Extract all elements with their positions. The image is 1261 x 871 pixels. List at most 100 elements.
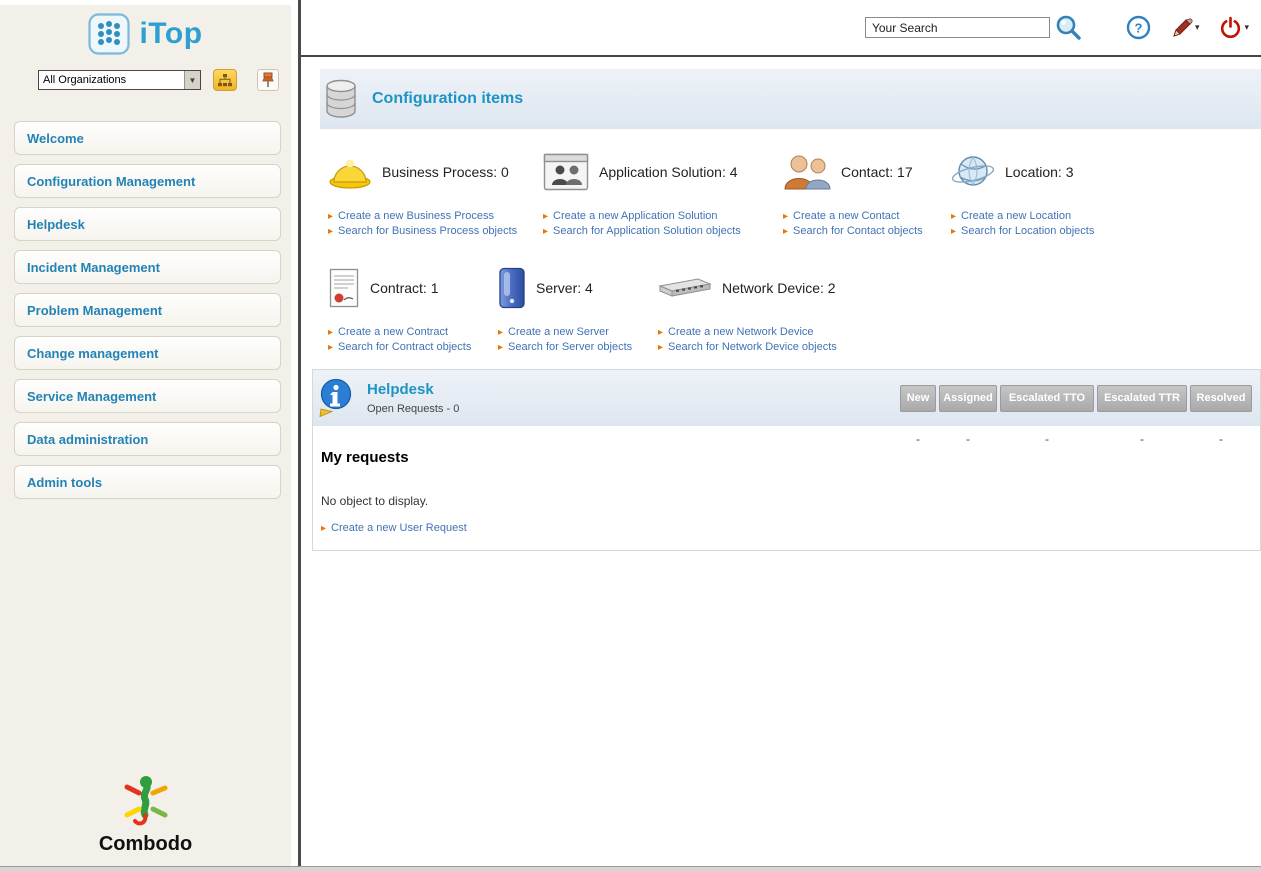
config-group-server: Server: 4 ▸ Create a new Server ▸ Search… [498, 263, 658, 353]
status-column-escalated-ttr[interactable]: Escalated TTR [1097, 385, 1187, 412]
status-count-assigned: - [939, 429, 997, 449]
search-input[interactable] [865, 17, 1050, 38]
help-icon[interactable]: ? [1126, 15, 1151, 40]
status-column-assigned[interactable]: Assigned [939, 385, 997, 412]
create-network-device-link[interactable]: ▸ Create a new Network Device [658, 326, 1261, 338]
helpdesk-panel: Helpdesk Open Requests - 0 New Assigned … [312, 369, 1261, 551]
create-business-process-link[interactable]: ▸ Create a new Business Process [328, 210, 543, 222]
config-group-network-device: Network Device: 2 ▸ Create a new Network… [658, 263, 1261, 353]
link-label: Search for Network Device objects [668, 341, 837, 353]
power-icon [1219, 16, 1242, 39]
search-contact-link[interactable]: ▸ Search for Contact objects [783, 225, 951, 237]
create-location-link[interactable]: ▸ Create a new Location [951, 210, 1261, 222]
status-column-new[interactable]: New [900, 385, 936, 412]
chevron-down-icon: ▾ [1195, 22, 1200, 33]
application-icon [543, 153, 589, 191]
helpdesk-header: Helpdesk Open Requests - 0 New Assigned … [313, 370, 1260, 426]
sitemap-icon [218, 74, 232, 87]
create-contract-link[interactable]: ▸ Create a new Contract [328, 326, 498, 338]
empty-list-message: No object to display. [321, 494, 1260, 508]
bullet-icon: ▸ [321, 523, 326, 534]
pencil-icon [1171, 17, 1193, 39]
search-business-process-link[interactable]: ▸ Search for Business Process objects [328, 225, 543, 237]
search-server-link[interactable]: ▸ Search for Server objects [498, 341, 658, 353]
sidebar-item-helpdesk[interactable]: Helpdesk [14, 207, 281, 241]
create-server-link[interactable]: ▸ Create a new Server [498, 326, 658, 338]
contacts-icon [783, 153, 831, 191]
create-application-solution-link[interactable]: ▸ Create a new Application Solution [543, 210, 783, 222]
config-group-contact: Contact: 17 ▸ Create a new Contact ▸ Sea… [783, 147, 951, 237]
globe-icon [951, 153, 995, 191]
sidebar-item-problem-management[interactable]: Problem Management [14, 293, 281, 327]
status-columns: New Assigned Escalated TTO Escalated TTR… [900, 385, 1252, 412]
sidebar-item-welcome[interactable]: Welcome [14, 121, 281, 155]
edit-menu[interactable]: ▾ [1171, 17, 1200, 39]
status-column-escalated-tto[interactable]: Escalated TTO [1000, 385, 1094, 412]
config-row-2: Contract: 1 ▸ Create a new Contract ▸ Se… [320, 263, 1261, 353]
bullet-icon: ▸ [783, 226, 788, 237]
bullet-icon: ▸ [658, 342, 663, 353]
bullet-icon: ▸ [328, 327, 333, 338]
organization-select[interactable]: All Organizations ▼ [38, 70, 201, 90]
search-application-solution-link[interactable]: ▸ Search for Application Solution object… [543, 225, 783, 237]
status-column-label: Assigned [943, 392, 993, 404]
my-requests-title: My requests [321, 449, 1260, 466]
panel-title: Configuration items [372, 90, 523, 108]
status-column-label: Resolved [1197, 392, 1246, 404]
bullet-icon: ▸ [783, 211, 788, 222]
link-label: Search for Contact objects [793, 225, 923, 237]
sidebar-item-label: Service Management [27, 389, 156, 404]
bullet-icon: ▸ [951, 226, 956, 237]
search-location-link[interactable]: ▸ Search for Location objects [951, 225, 1261, 237]
link-label: Create a new Contact [793, 210, 899, 222]
pin-button[interactable] [257, 69, 279, 91]
class-count-label: Location: 3 [1005, 164, 1074, 180]
sidebar-item-admin-tools[interactable]: Admin tools [14, 465, 281, 499]
sidebar: iTop All Organizations ▼ Welcome [0, 0, 291, 866]
sidebar-item-label: Helpdesk [27, 217, 85, 232]
link-label: Create a new Server [508, 326, 609, 338]
config-group-application-solution: Application Solution: 4 ▸ Create a new A… [543, 147, 783, 237]
organization-apply-button[interactable] [213, 69, 237, 91]
config-group-contract: Contract: 1 ▸ Create a new Contract ▸ Se… [328, 263, 498, 353]
bullet-icon: ▸ [328, 342, 333, 353]
my-requests-section: My requests No object to display. ▸ Crea… [313, 449, 1260, 550]
search-network-device-link[interactable]: ▸ Search for Network Device objects [658, 341, 1261, 353]
svg-text:?: ? [1134, 21, 1142, 36]
link-label: Search for Location objects [961, 225, 1094, 237]
helpdesk-subtitle: Open Requests - 0 [367, 403, 459, 415]
sidebar-item-incident-management[interactable]: Incident Management [14, 250, 281, 284]
status-column-resolved[interactable]: Resolved [1190, 385, 1252, 412]
bullet-icon: ▸ [328, 226, 333, 237]
network-device-icon [658, 276, 712, 300]
configuration-items-panel: Configuration items Business Process: 0 … [320, 69, 1261, 353]
class-count-label: Server: 4 [536, 280, 593, 296]
class-count-label: Contract: 1 [370, 280, 438, 296]
status-count-escalated-tto: - [1000, 429, 1094, 449]
helpdesk-titles: Helpdesk Open Requests - 0 [367, 381, 459, 415]
link-label: Search for Business Process objects [338, 225, 517, 237]
database-icon [324, 78, 358, 120]
organization-select-value: All Organizations [39, 74, 184, 86]
sidebar-item-service-management[interactable]: Service Management [14, 379, 281, 413]
sidebar-item-change-management[interactable]: Change management [14, 336, 281, 370]
sidebar-item-label: Welcome [27, 131, 84, 146]
server-icon [498, 267, 526, 309]
link-label: Search for Contract objects [338, 341, 471, 353]
main-content: ? ▾ ▾ Config [301, 0, 1261, 866]
status-column-label: New [907, 392, 930, 404]
class-count-label: Network Device: 2 [722, 280, 836, 296]
logoff-menu[interactable]: ▾ [1219, 16, 1249, 39]
search-icon[interactable] [1054, 14, 1082, 42]
search-contract-link[interactable]: ▸ Search for Contract objects [328, 341, 498, 353]
create-contact-link[interactable]: ▸ Create a new Contact [783, 210, 951, 222]
configuration-items-header: Configuration items [320, 69, 1261, 129]
bottom-border [0, 866, 1261, 871]
sidebar-item-data-administration[interactable]: Data administration [14, 422, 281, 456]
status-count-new: - [900, 429, 936, 449]
sidebar-menu: Welcome Configuration Management Helpdes… [0, 121, 291, 499]
create-user-request-link[interactable]: ▸ Create a new User Request [321, 522, 1260, 534]
link-label: Search for Application Solution objects [553, 225, 741, 237]
link-label: Create a new Network Device [668, 326, 814, 338]
sidebar-item-configuration-management[interactable]: Configuration Management [14, 164, 281, 198]
